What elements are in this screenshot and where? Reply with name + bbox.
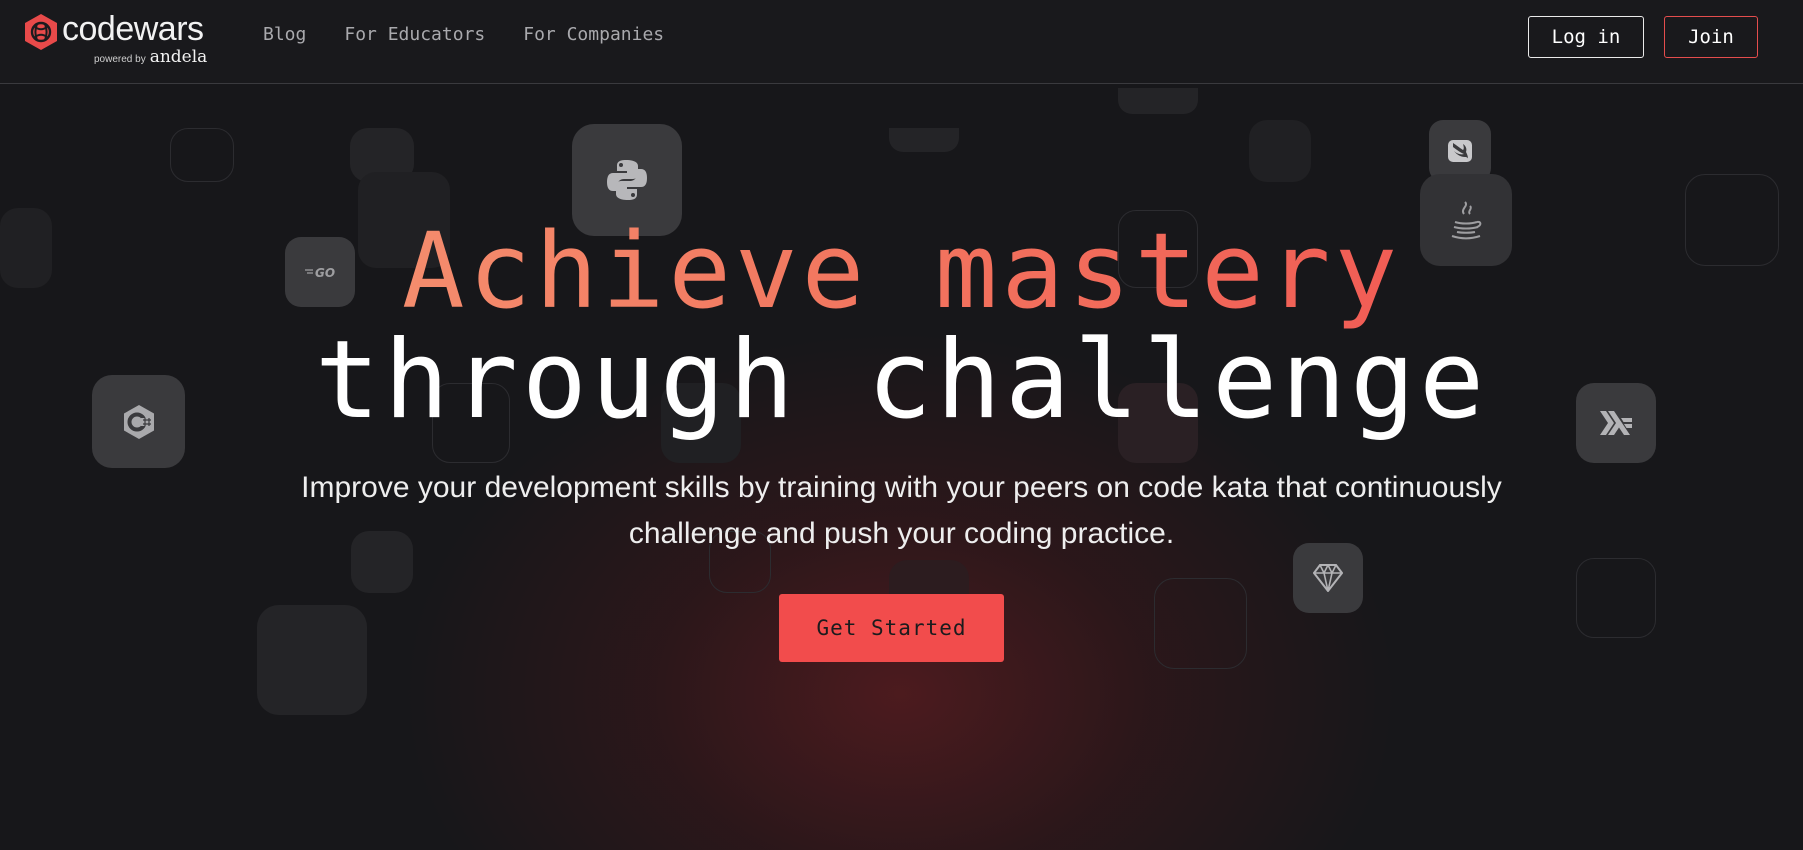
decor-tile <box>889 128 959 152</box>
nav-blog[interactable]: Blog <box>263 24 306 45</box>
codewars-logo-icon <box>25 14 57 50</box>
andela-wordmark: andela <box>149 47 208 67</box>
python-icon <box>607 160 647 200</box>
join-button[interactable]: Join <box>1664 16 1758 58</box>
login-button[interactable]: Log in <box>1528 16 1644 58</box>
decor-tile <box>1118 88 1198 114</box>
swift-icon <box>1448 140 1472 162</box>
codewars-logo[interactable]: codewars powered by andela <box>24 10 224 70</box>
nav-for-companies[interactable]: For Companies <box>523 24 664 45</box>
decor-tile <box>1576 558 1656 638</box>
main-nav: Blog For Educators For Companies <box>263 24 664 45</box>
swift-tile <box>1429 120 1491 182</box>
hero-title-line1: Achieve mastery <box>0 210 1803 332</box>
decor-tile <box>257 605 367 715</box>
get-started-button[interactable]: Get Started <box>779 594 1004 662</box>
decor-tile <box>1154 578 1247 669</box>
logo-wordmark: codewars <box>62 10 204 48</box>
ruby-icon <box>1313 564 1343 592</box>
logo-powered-by: powered by andela <box>94 47 207 67</box>
decor-tile <box>170 128 234 182</box>
decor-tile <box>1249 120 1311 182</box>
powered-by-label: powered by <box>94 54 146 65</box>
site-header: codewars powered by andela Blog For Educa… <box>0 0 1803 84</box>
nav-for-educators[interactable]: For Educators <box>344 24 485 45</box>
hero-subtitle: Improve your development skills by train… <box>301 471 1502 550</box>
hero-title-line2: through challenge <box>314 318 1489 443</box>
